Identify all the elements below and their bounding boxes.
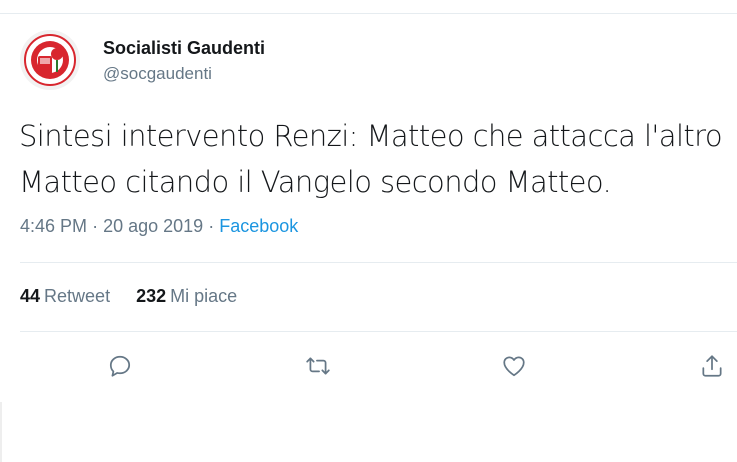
avatar[interactable]: [20, 30, 80, 90]
retweets-stat[interactable]: 44 Retweet: [20, 286, 110, 307]
meta-separator: ·: [92, 216, 99, 236]
page-background: [0, 402, 737, 462]
action-bar: [0, 348, 737, 384]
socialist-rose-logo-icon: [24, 34, 76, 86]
meta-separator: ·: [208, 216, 215, 236]
tweet-meta: 4:46 PM · 20 ago 2019 · Facebook: [20, 216, 298, 237]
retweets-label: Retweet: [44, 286, 111, 306]
tweet-card: Socialisti Gaudenti @socgaudenti Sintesi…: [0, 0, 737, 402]
display-name[interactable]: Socialisti Gaudenti: [103, 38, 265, 59]
retweet-button[interactable]: [300, 348, 336, 384]
user-handle[interactable]: @socgaudenti: [103, 64, 212, 84]
tweet-text: Sintesi intervento Renzi: Matteo che att…: [19, 119, 723, 199]
tweet-date[interactable]: 20 ago 2019: [103, 216, 203, 236]
reply-icon: [109, 355, 131, 377]
heart-icon: [503, 356, 525, 377]
share-icon: [702, 355, 722, 377]
left-edge: [0, 402, 2, 462]
like-button[interactable]: [496, 348, 532, 384]
retweet-icon: [306, 357, 330, 375]
top-divider: [0, 13, 737, 14]
tweet-stats: 44 Retweet 232 Mi piace: [20, 286, 237, 307]
divider: [20, 331, 737, 332]
share-button[interactable]: [694, 348, 730, 384]
likes-label: Mi piace: [170, 286, 238, 306]
tweet-time[interactable]: 4:46 PM: [20, 216, 87, 236]
reply-button[interactable]: [102, 348, 138, 384]
divider: [20, 262, 737, 263]
likes-stat[interactable]: 232 Mi piace: [136, 286, 237, 307]
tweet-source-link[interactable]: Facebook: [219, 216, 298, 236]
likes-count: 232: [136, 286, 167, 306]
retweets-count: 44: [20, 286, 41, 306]
